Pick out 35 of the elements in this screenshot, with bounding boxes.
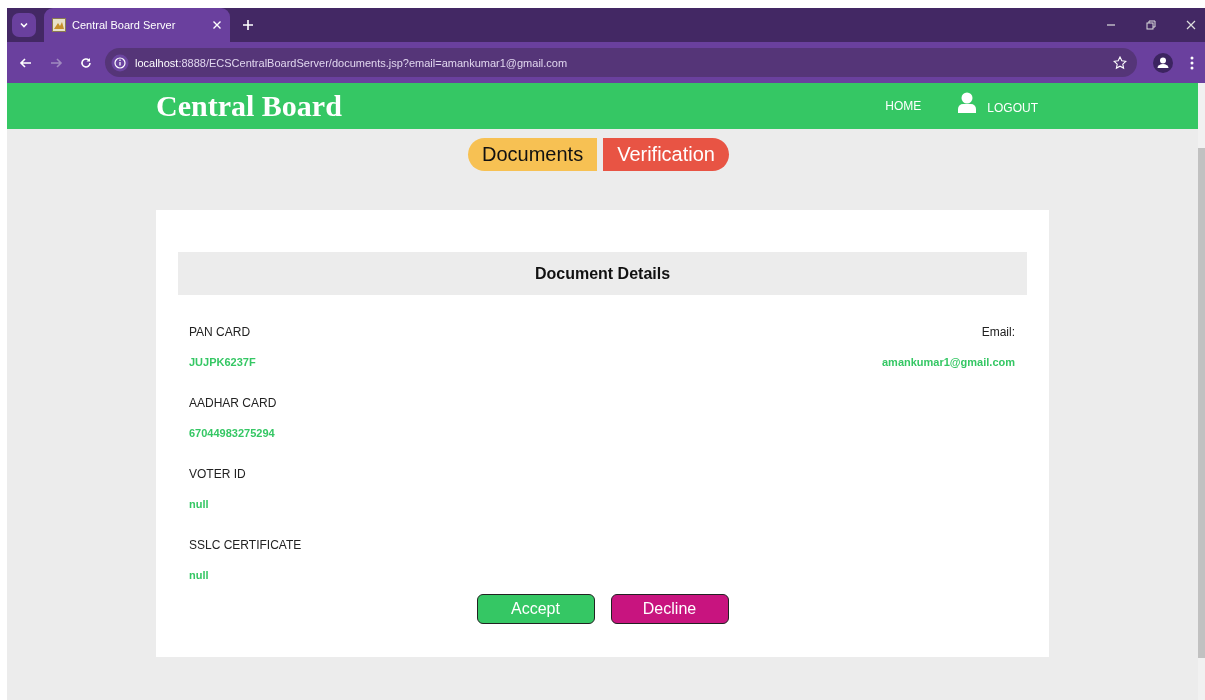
home-link[interactable]: HOME bbox=[885, 99, 922, 113]
card-title: Document Details bbox=[178, 252, 1027, 295]
profile-icon[interactable] bbox=[1153, 52, 1173, 73]
close-icon[interactable] bbox=[1185, 19, 1197, 31]
field-label: VOTER ID bbox=[189, 466, 246, 482]
tab-search-button[interactable] bbox=[12, 13, 36, 37]
star-icon[interactable] bbox=[1113, 55, 1127, 70]
field-label: SSLC CERTIFICATE bbox=[189, 537, 302, 553]
email-value: amankumar1@gmail.com bbox=[882, 355, 1015, 370]
email-label: Email: bbox=[981, 324, 1015, 340]
menu-icon[interactable] bbox=[1189, 54, 1195, 71]
field-value: JUJPK6237F bbox=[189, 355, 256, 370]
chevron-down-icon bbox=[19, 20, 29, 30]
decline-button[interactable]: Decline bbox=[610, 594, 729, 624]
tab-title: Central Board Server bbox=[72, 19, 177, 31]
address-field[interactable]: localhost:8888/ECSCentralBoardServer/documents.jsp?email=amankumar1@gmail.com bbox=[105, 48, 1137, 77]
accept-button[interactable]: Accept bbox=[476, 594, 595, 624]
field-value: null bbox=[189, 568, 209, 583]
site-favicon-icon bbox=[52, 18, 66, 32]
url-text: localhost:8888/ECSCentralBoardServer/documents.jsp?email=amankumar1@gmail.com bbox=[135, 56, 568, 69]
restore-icon[interactable] bbox=[1145, 19, 1157, 31]
field-label: AADHAR CARD bbox=[189, 395, 277, 411]
nav-tab[interactable]: Verification bbox=[603, 138, 729, 171]
back-arrow-icon[interactable] bbox=[19, 55, 33, 70]
info-icon bbox=[111, 53, 129, 72]
reload-icon[interactable] bbox=[79, 55, 93, 70]
nav-tab[interactable]: Documents bbox=[468, 138, 598, 171]
site-logo-text[interactable]: Central Board bbox=[156, 89, 342, 123]
new-tab-icon[interactable] bbox=[242, 19, 254, 31]
logout-link[interactable]: LOGOUT bbox=[987, 101, 1038, 115]
browser-tab[interactable]: Central Board Server bbox=[44, 8, 230, 42]
field-label: PAN CARD bbox=[189, 324, 251, 340]
field-value: 67044983275294 bbox=[189, 426, 275, 441]
field-value: null bbox=[189, 497, 209, 512]
user-icon bbox=[957, 92, 978, 114]
